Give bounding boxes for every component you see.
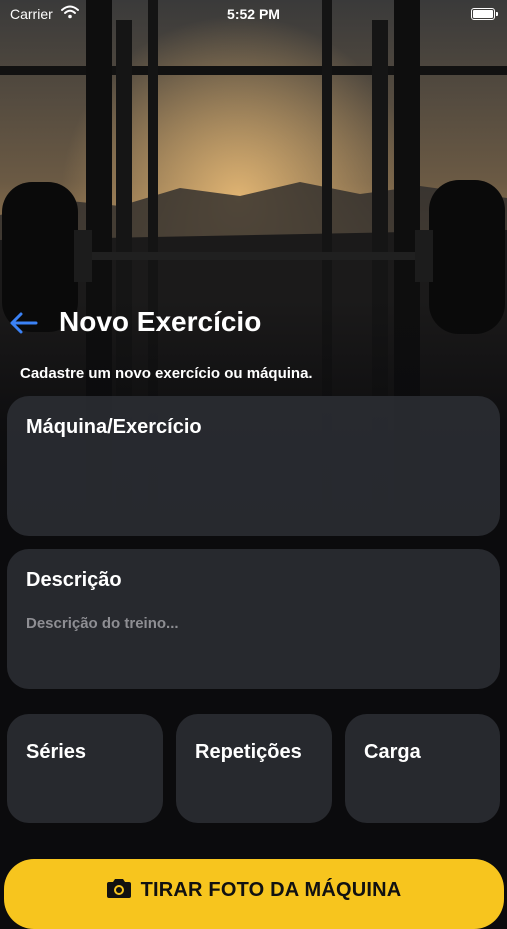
status-bar: Carrier 5:52 PM: [0, 0, 507, 30]
take-photo-button[interactable]: TIRAR FOTO DA MÁQUINA: [4, 859, 504, 929]
take-photo-label: TIRAR FOTO DA MÁQUINA: [140, 879, 402, 901]
arrow-left-icon: [8, 311, 38, 340]
series-field[interactable]: Séries: [7, 714, 163, 823]
reps-field[interactable]: Repetições: [176, 714, 332, 823]
back-button[interactable]: [6, 308, 40, 342]
description-field[interactable]: Descrição Descrição do treino...: [7, 549, 500, 689]
status-time: 5:52 PM: [227, 6, 280, 22]
page-title: Novo Exercício: [59, 306, 262, 337]
description-placeholder: Descrição do treino...: [26, 615, 179, 632]
load-label: Carga: [364, 741, 421, 763]
page-subtitle: Cadastre um novo exercício ou máquina.: [20, 365, 313, 382]
description-label: Descrição: [26, 569, 122, 591]
battery-icon: [471, 8, 498, 20]
reps-label: Repetições: [195, 741, 302, 763]
machine-exercise-label: Máquina/Exercício: [26, 416, 202, 438]
load-field[interactable]: Carga: [345, 714, 500, 823]
series-label: Séries: [26, 741, 87, 763]
camera-icon: [106, 878, 131, 903]
machine-exercise-field[interactable]: Máquina/Exercício: [7, 396, 500, 536]
